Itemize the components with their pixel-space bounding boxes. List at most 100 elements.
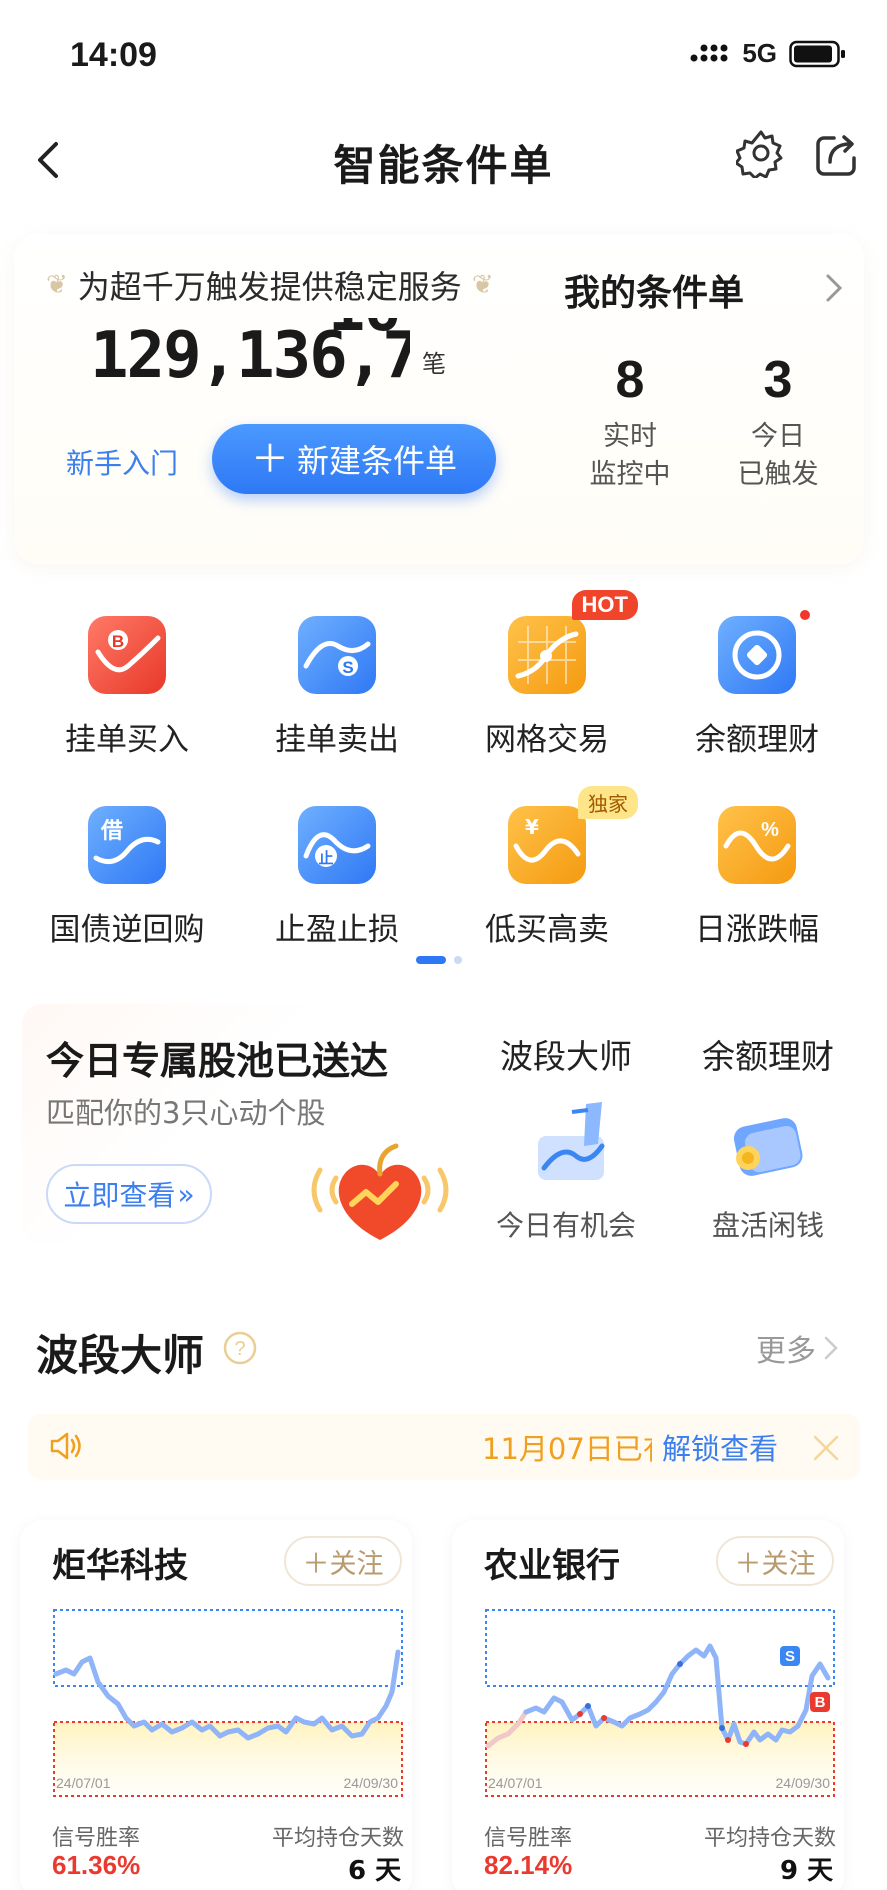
page-dot [454,956,462,964]
help-icon[interactable]: ? [222,1330,258,1366]
monitoring-stat[interactable]: 8 实时 监控中 [560,350,700,494]
settings-button[interactable] [734,128,786,180]
view-now-label: 立即查看 [63,1179,176,1212]
balance-finance-icon [718,610,810,694]
tool-balance-finance[interactable]: 余额理财 [652,610,862,759]
monitoring-label-line2: 监控中 [589,459,671,490]
chevron-right-icon[interactable] [822,268,846,308]
view-now-button[interactable]: 立即查看 » [46,1164,212,1224]
monitoring-count: 8 [615,351,645,409]
tool-label: 余额理财 [695,722,819,758]
status-icons: 5G [690,38,847,69]
grid-page-indicator [416,956,462,964]
monitoring-label-line1: 实时 [603,421,657,452]
triggered-label-line1: 今日 [751,421,805,452]
stop-loss-icon: 止 [298,806,376,884]
tool-label: 日涨跌幅 [695,912,819,948]
stock-pool-title: 今日专属股池已送达 [46,1039,389,1083]
win-rate-value: 61.36% [52,1850,141,1880]
avg-hold-value: 9 天 [780,1856,834,1886]
status-time: 14:09 [70,36,157,74]
heart-apple-illustration [300,1130,460,1250]
double-chevron-right-icon: » [177,1177,195,1211]
follow-button[interactable]: ＋关注 [284,1536,402,1586]
laurel-left-icon: ❦ [46,270,68,300]
plus-icon: ＋ [302,1548,330,1580]
chart-date-end: 24/09/30 [776,1775,831,1791]
tool-stop-loss[interactable]: 止 止盈止损 [232,806,442,949]
tool-bond-repo[interactable]: 借 国债逆回购 [22,806,232,949]
notification-dot [800,610,810,620]
avg-hold-value: 6 天 [348,1856,402,1886]
chart-ladder-illustration[interactable] [526,1096,622,1192]
hot-badge: HOT [571,590,638,620]
promo-swing-master-subtitle: 今日有机会 [495,1209,636,1242]
tool-label: 止盈止损 [275,912,399,948]
beginner-guide-link[interactable]: 新手入门 [66,442,178,482]
share-button[interactable] [812,130,860,178]
chart-date-start: 24/07/01 [488,1775,543,1791]
svg-text:借: 借 [100,819,123,844]
tool-sell-order[interactable]: S 挂单卖出 [232,616,442,759]
avg-hold-label: 平均持仓天数 [704,1826,837,1851]
service-slogan: ❦ 为超千万触发提供稳定服务 ❦ [46,262,494,308]
chart-date-start: 24/07/01 [56,1775,111,1791]
triggered-count: 3 [763,351,793,409]
stock-name: 农业银行 [484,1546,620,1586]
exclusive-badge: 独家 [578,786,638,819]
notice-text: 11月07日已有 [482,1432,652,1466]
signal-chart: S B 24/07/01 24/09/30 [484,1606,836,1798]
trigger-counter-rolling-digits: 16,047 [328,318,410,345]
promo-swing-master-title[interactable]: 波段大师 [466,1030,666,1078]
trigger-counter: 16,047 129,136,783 [90,318,410,394]
svg-text:止: 止 [318,849,333,867]
stock-name: 炬华科技 [52,1546,188,1586]
buy-low-sell-high-icon: ¥ 独家 [508,786,638,884]
svg-text:S: S [785,1648,795,1665]
laurel-right-icon: ❦ [471,270,494,300]
signal-icon [690,44,728,61]
bond-repo-icon: 借 [88,806,166,884]
svg-text:B: B [112,632,124,651]
chevron-right-icon [824,1336,838,1360]
win-rate-label: 信号胜率 [52,1826,141,1851]
speaker-icon [46,1426,86,1466]
share-icon [816,135,856,176]
tool-daily-change[interactable]: % 日涨跌幅 [652,806,862,949]
follow-button[interactable]: ＋关注 [716,1536,834,1586]
signal-chart: 24/07/01 24/09/30 [52,1606,404,1798]
svg-text:B: B [815,1694,826,1711]
gear-icon [734,130,783,180]
tool-grid-trade[interactable]: HOT 网格交易 [442,590,652,759]
status-bar: 14:09 5G [0,0,887,110]
follow-label: 关注 [761,1548,816,1580]
promo-balance-finance-subtitle: 盘活闲钱 [711,1209,824,1242]
new-order-label: 新建条件单 [297,442,458,480]
triggered-label-line2: 已触发 [737,459,819,490]
stock-pool-subtitle: 匹配你的3只心动个股 [46,1096,326,1130]
section-title: 波段大师 [36,1331,205,1380]
win-rate-value: 82.14% [484,1850,573,1880]
plus-icon: ＋ [734,1548,762,1580]
svg-text:?: ? [234,1338,245,1360]
tool-label: 国债逆回购 [49,912,205,948]
grid-trade-icon: HOT [508,590,638,694]
tool-buy-order[interactable]: B 挂单买入 [22,616,232,759]
promo-balance-finance-title[interactable]: 余额理财 [668,1030,868,1078]
chart-date-end: 24/09/30 [344,1775,399,1791]
wallet-illustration[interactable] [722,1100,814,1192]
more-link[interactable]: 更多 [756,1326,840,1370]
svg-text:S: S [342,658,353,677]
unlock-link[interactable]: 解锁查看 [662,1426,778,1468]
tool-buy-low-sell-high[interactable]: ¥ 独家 低买高卖 [442,786,652,949]
close-icon[interactable] [810,1432,842,1464]
more-label: 更多 [756,1334,816,1369]
plus-icon: ＋ [250,437,289,481]
new-conditional-order-button[interactable]: ＋ 新建条件单 [212,424,496,494]
svg-text:¥: ¥ [525,815,539,839]
triggered-today-stat[interactable]: 3 今日 已触发 [708,350,848,494]
avg-hold-label: 平均持仓天数 [272,1826,405,1851]
tool-label: 挂单买入 [65,722,189,758]
my-orders-title[interactable]: 我的条件单 [564,264,744,316]
buy-order-icon: B [88,616,166,694]
